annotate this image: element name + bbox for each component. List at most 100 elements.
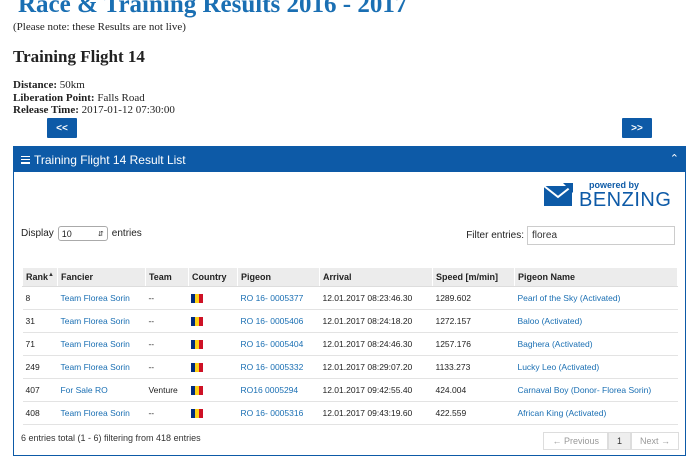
filter-input[interactable]	[527, 226, 675, 245]
table-row: 407 For Sale RO Venture RO16 0005294 12.01.2…	[22, 378, 678, 402]
romania-flag-icon	[191, 317, 204, 327]
panel-header[interactable]: Training Flight 14 Result List ⌃	[14, 147, 685, 172]
cell-pigeon-name[interactable]: Baloo (Activated)	[514, 309, 678, 333]
results-table: Rank▲ Fancier Team Country Pigeon Arriva…	[22, 267, 679, 425]
table-row: 408 Team Florea Sorin -- RO 16- 0005316 12.0…	[22, 401, 678, 425]
distance-label: Distance:	[13, 79, 57, 91]
entries-label: entries	[111, 228, 142, 239]
cell-arrival: 12.01.2017 09:42:55.40	[319, 378, 433, 402]
cell-arrival: 12.01.2017 09:43:19.60	[319, 401, 433, 425]
cell-arrival: 12.01.2017 08:23:46.30	[319, 286, 433, 310]
cell-rank: 249	[22, 355, 58, 379]
cell-pigeon[interactable]: RO 16- 0005316	[237, 401, 320, 425]
cell-speed: 1289.602	[432, 286, 515, 310]
cell-fancier[interactable]: Team Florea Sorin	[57, 355, 146, 379]
column-header-pigeon-name[interactable]: Pigeon Name	[513, 267, 679, 287]
previous-flight-button[interactable]: <<	[47, 118, 77, 138]
liberation-label: Liberation Point:	[13, 91, 95, 104]
cell-pigeon-name[interactable]: Carnaval Boy (Donor- Florea Sorin)	[514, 378, 678, 402]
cell-country	[188, 286, 238, 310]
live-note: (Please note: these Results are not live…	[13, 21, 186, 33]
pagination-previous[interactable]: ← Previous	[543, 432, 608, 450]
cell-rank: 31	[22, 309, 58, 333]
column-header-team[interactable]: Team	[144, 267, 189, 287]
table-row: 249 Team Florea Sorin -- RO 16- 0005332 12.0…	[22, 355, 678, 379]
filter-label: Filter entries:	[466, 230, 524, 241]
cell-country	[188, 332, 238, 356]
brand-name: BENZING	[579, 189, 672, 211]
cell-pigeon[interactable]: RO16 0005294	[237, 378, 320, 402]
filter-control: Filter entries:	[466, 226, 675, 245]
cell-team: --	[145, 286, 189, 310]
cell-speed: 1133.273	[432, 355, 515, 379]
romania-flag-icon	[191, 409, 204, 419]
column-header-arrival[interactable]: Arrival	[318, 267, 433, 287]
cell-arrival: 12.01.2017 08:24:18.20	[319, 309, 433, 333]
cell-team: Venture	[145, 378, 189, 402]
romania-flag-icon	[191, 340, 204, 350]
cell-rank: 407	[22, 378, 58, 402]
display-label: Display	[21, 228, 54, 239]
cell-pigeon-name[interactable]: Lucky Leo (Activated)	[514, 355, 678, 379]
display-control: Display 10 ⇵ entries	[21, 226, 142, 241]
cell-fancier[interactable]: For Sale RO	[57, 378, 146, 402]
entries-info: 6 entries total (1 - 6) filtering from 4…	[21, 433, 201, 443]
cell-pigeon[interactable]: RO 16- 0005404	[237, 332, 320, 356]
cell-fancier[interactable]: Team Florea Sorin	[57, 401, 146, 425]
romania-flag-icon	[191, 294, 204, 304]
cell-pigeon-name[interactable]: African King (Activated)	[514, 401, 678, 425]
cell-pigeon[interactable]: RO 16- 0005377	[237, 286, 320, 310]
cell-team: --	[145, 355, 189, 379]
entries-select-value: 10	[61, 228, 72, 239]
cell-country	[188, 401, 238, 425]
chevron-up-icon[interactable]: ⌃	[670, 152, 679, 165]
cell-fancier[interactable]: Team Florea Sorin	[57, 332, 146, 356]
table-header-row: Rank▲ Fancier Team Country Pigeon Arriva…	[22, 267, 679, 287]
cell-speed: 424.004	[432, 378, 515, 402]
entries-select[interactable]: 10 ⇵	[57, 226, 108, 241]
column-header-speed[interactable]: Speed [m/min]	[431, 267, 515, 287]
distance-value: 50km	[59, 79, 85, 91]
column-header-country[interactable]: Country	[187, 267, 238, 287]
flight-meta: Distance: 50km Liberation Point: Falls R…	[13, 79, 175, 117]
table-row: 31 Team Florea Sorin -- RO 16- 0005406 12.01…	[22, 309, 678, 333]
cell-speed: 1272.157	[432, 309, 515, 333]
cell-rank: 8	[22, 286, 58, 310]
pagination-next[interactable]: Next →	[630, 432, 679, 450]
cell-fancier[interactable]: Team Florea Sorin	[57, 309, 146, 333]
select-arrows-icon: ⇵	[97, 230, 104, 238]
cell-speed: 422.559	[432, 401, 515, 425]
column-header-pigeon[interactable]: Pigeon	[236, 267, 320, 287]
romania-flag-icon	[191, 363, 204, 373]
cell-fancier[interactable]: Team Florea Sorin	[57, 286, 146, 310]
next-flight-button[interactable]: >>	[622, 118, 652, 138]
cell-pigeon-name[interactable]: Pearl of the Sky (Activated)	[514, 286, 678, 310]
pagination: ← Previous 1 Next →	[543, 432, 679, 450]
release-value: 2017-01-12 07:30:00	[81, 104, 175, 116]
release-label: Release Time:	[13, 104, 79, 116]
cell-pigeon-name[interactable]: Baghera (Activated)	[514, 332, 678, 356]
result-list-panel: Training Flight 14 Result List ⌃ powered…	[13, 146, 686, 456]
list-icon	[21, 155, 30, 164]
cell-rank: 71	[22, 332, 58, 356]
cell-team: --	[145, 401, 189, 425]
cell-pigeon[interactable]: RO 16- 0005406	[237, 309, 320, 333]
cell-team: --	[145, 309, 189, 333]
cell-team: --	[145, 332, 189, 356]
cell-arrival: 12.01.2017 08:29:07.20	[319, 355, 433, 379]
flight-title: Training Flight 14	[13, 47, 145, 66]
column-header-rank[interactable]: Rank▲	[22, 267, 58, 287]
cell-pigeon[interactable]: RO 16- 0005332	[237, 355, 320, 379]
cell-country	[188, 355, 238, 379]
cell-rank: 408	[22, 401, 58, 425]
table-row: 71 Team Florea Sorin -- RO 16- 0005404 12.01…	[22, 332, 678, 356]
pagination-page-1[interactable]: 1	[607, 432, 631, 450]
table-row: 8 Team Florea Sorin -- RO 16- 0005377 12.01.…	[22, 286, 678, 310]
cell-country	[188, 309, 238, 333]
sort-asc-icon: ▲	[48, 272, 54, 278]
cell-speed: 1257.176	[432, 332, 515, 356]
cell-country	[188, 378, 238, 402]
column-header-fancier[interactable]: Fancier	[56, 267, 146, 287]
liberation-value: Falls Road	[97, 91, 145, 104]
benzing-logo: powered by BENZING	[543, 180, 675, 212]
